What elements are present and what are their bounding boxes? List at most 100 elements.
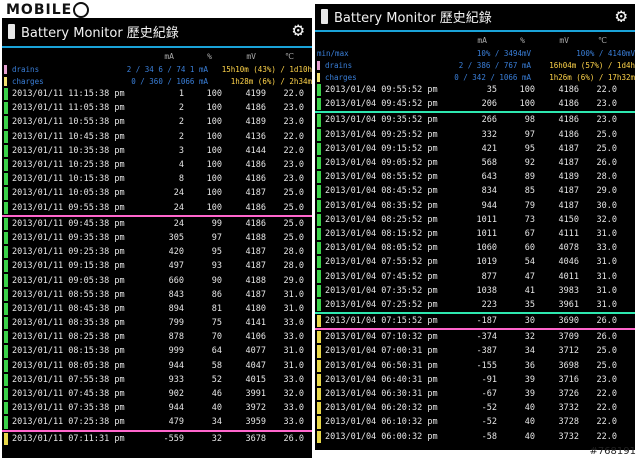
charge-status-bar [4, 432, 8, 445]
current-ma: -387 [476, 346, 497, 357]
history-row[interactable]: 2013/01/11 10:25:38 pm 4 100 4186 23.0 [2, 158, 312, 172]
temperature: 22.0 [596, 431, 617, 442]
history-row[interactable]: 2013/01/04 07:15:52 pm -187 30 3690 26.0 [315, 314, 635, 328]
current-ma: 3 [178, 145, 184, 156]
charge-status-bar [317, 416, 321, 429]
percent: 35 [524, 299, 535, 310]
current-ma: 206 [481, 99, 497, 110]
history-row[interactable]: 2013/01/04 08:55:52 pm 643 89 4189 28.0 [315, 170, 635, 184]
history-row[interactable]: 2013/01/11 10:35:38 pm 3 100 4144 22.0 [2, 144, 312, 158]
history-row[interactable]: 2013/01/04 06:20:32 pm -52 40 3732 22.0 [315, 401, 635, 415]
left-drains-row: drains 2 / 34 6 / 74 1 mA 15h10m (43%) /… [2, 63, 312, 75]
timestamp: 2013/01/11 07:45:38 pm [12, 389, 125, 400]
history-row[interactable]: 2013/01/04 06:00:32 pm -58 40 3732 22.0 [315, 430, 635, 444]
voltage-mv: 4186 [245, 160, 266, 171]
current-ma: 421 [481, 143, 497, 154]
history-row[interactable]: 2013/01/11 09:55:38 pm 24 100 4186 25.0 [2, 201, 312, 215]
timestamp: 2013/01/11 11:05:38 pm [12, 103, 125, 114]
history-row[interactable]: 2013/01/11 09:15:38 pm 497 93 4187 28.0 [2, 259, 312, 273]
history-row[interactable]: 2013/01/04 09:25:52 pm 332 97 4186 25.0 [315, 128, 635, 142]
current-ma: -155 [476, 360, 497, 371]
history-row[interactable]: 2013/01/04 07:45:52 pm 877 47 4011 31.0 [315, 269, 635, 283]
temperature: 25.0 [283, 188, 304, 199]
history-row[interactable]: 2013/01/11 08:35:38 pm 799 75 4141 33.0 [2, 316, 312, 330]
history-row[interactable]: 2013/01/04 07:55:52 pm 1019 54 4046 31.0 [315, 255, 635, 269]
history-row[interactable]: 2013/01/11 07:11:31 pm -559 32 3678 26.0 [2, 432, 312, 446]
history-row[interactable]: 2013/01/04 08:05:52 pm 1060 60 4078 33.0 [315, 241, 635, 255]
history-row[interactable]: 2013/01/11 11:05:38 pm 2 100 4186 23.0 [2, 101, 312, 115]
percent: 47 [524, 271, 535, 282]
percent: 79 [524, 200, 535, 211]
drain-status-bar [4, 302, 8, 315]
history-row[interactable]: 2013/01/04 09:35:52 pm 266 98 4186 23.0 [315, 113, 635, 127]
timestamp: 2013/01/11 10:35:38 pm [12, 145, 125, 156]
gear-icon[interactable]: ⚙ [293, 20, 304, 40]
history-row[interactable]: 2013/01/04 08:45:52 pm 834 85 4187 29.0 [315, 184, 635, 198]
history-row[interactable]: 2013/01/11 09:25:38 pm 420 95 4187 28.0 [2, 245, 312, 259]
timestamp: 2013/01/04 09:25:52 pm [325, 129, 438, 140]
col-ma: mA [164, 51, 174, 61]
voltage-mv: 3709 [558, 332, 579, 343]
history-row[interactable]: 2013/01/11 11:15:38 pm 1 100 4199 22.0 [2, 87, 312, 101]
history-row[interactable]: 2013/01/11 10:05:38 pm 24 100 4187 25.0 [2, 186, 312, 200]
history-row[interactable]: 2013/01/04 07:10:32 pm -374 32 3709 26.0 [315, 330, 635, 344]
history-row[interactable]: 2013/01/11 08:15:38 pm 999 64 4077 31.0 [2, 344, 312, 358]
history-row[interactable]: 2013/01/04 08:15:52 pm 1011 67 4111 31.0 [315, 227, 635, 241]
timestamp: 2013/01/11 10:55:38 pm [12, 117, 125, 128]
drain-status-bar [317, 256, 321, 269]
drain-status-bar [4, 416, 8, 429]
history-row[interactable]: 2013/01/04 09:55:52 pm 35 100 4186 22.0 [315, 83, 635, 97]
temperature: 26.0 [596, 316, 617, 327]
col-mv: mV [246, 51, 256, 61]
voltage-mv: 3983 [558, 285, 579, 296]
voltage-mv: 3726 [558, 389, 579, 400]
gear-icon[interactable]: ⚙ [616, 6, 627, 26]
left-history-list[interactable]: 2013/01/11 11:15:38 pm 1 100 4199 22.0 2013/0… [2, 87, 312, 446]
history-row[interactable]: 2013/01/04 09:05:52 pm 568 92 4187 26.0 [315, 156, 635, 170]
current-ma: 944 [481, 200, 497, 211]
history-row[interactable]: 2013/01/11 09:45:38 pm 24 99 4186 25.0 [2, 217, 312, 231]
timestamp: 2013/01/04 08:35:52 pm [325, 200, 438, 211]
timestamp: 2013/01/11 08:35:38 pm [12, 318, 125, 329]
history-row[interactable]: 2013/01/04 09:15:52 pm 421 95 4187 25.0 [315, 142, 635, 156]
history-row[interactable]: 2013/01/11 10:15:38 pm 8 100 4186 23.0 [2, 172, 312, 186]
voltage-mv: 4150 [558, 214, 579, 225]
history-row[interactable]: 2013/01/04 06:10:32 pm -52 40 3728 22.0 [315, 415, 635, 429]
history-row[interactable]: 2013/01/11 07:35:38 pm 944 40 3972 33.0 [2, 401, 312, 415]
right-history-list[interactable]: 2013/01/04 09:55:52 pm 35 100 4186 22.0 2013/… [315, 83, 635, 444]
history-row[interactable]: 2013/01/04 06:30:31 pm -67 39 3726 22.0 [315, 387, 635, 401]
history-row[interactable]: 2013/01/11 10:45:38 pm 2 100 4136 22.0 [2, 130, 312, 144]
temperature: 30.0 [596, 200, 617, 211]
history-row[interactable]: 2013/01/11 07:55:38 pm 933 52 4015 33.0 [2, 373, 312, 387]
left-charges-row: charges 0 / 360 / 1066 mA 1h28m (6%) / 2… [2, 75, 312, 87]
drain-status-bar [4, 387, 8, 401]
voltage-mv: 4186 [245, 103, 266, 114]
history-row[interactable]: 2013/01/04 08:25:52 pm 1011 73 4150 32.0 [315, 213, 635, 227]
history-row[interactable]: 2013/01/11 08:25:38 pm 878 70 4106 33.0 [2, 330, 312, 344]
history-row[interactable]: 2013/01/11 07:45:38 pm 902 46 3991 32.0 [2, 387, 312, 401]
drain-status-bar [317, 128, 321, 141]
drains-values: 2 / 34 6 / 74 1 mA [126, 64, 208, 74]
history-row[interactable]: 2013/01/11 09:05:38 pm 660 90 4188 29.0 [2, 273, 312, 287]
temperature: 31.0 [283, 346, 304, 357]
history-row[interactable]: 2013/01/04 06:40:31 pm -91 39 3716 23.0 [315, 373, 635, 387]
current-ma: 8 [178, 174, 184, 185]
history-row[interactable]: 2013/01/11 08:55:38 pm 843 86 4187 31.0 [2, 288, 312, 302]
history-row[interactable]: 2013/01/04 06:50:31 pm -155 36 3698 25.0 [315, 359, 635, 373]
current-ma: -91 [481, 374, 497, 385]
history-row[interactable]: 2013/01/04 09:45:52 pm 206 100 4186 23.0 [315, 97, 635, 111]
history-row[interactable]: 2013/01/04 08:35:52 pm 944 79 4187 30.0 [315, 199, 635, 213]
history-row[interactable]: 2013/01/04 07:25:52 pm 223 35 3961 31.0 [315, 298, 635, 312]
voltage-mv: 3972 [245, 403, 266, 414]
timestamp: 2013/01/04 07:00:31 pm [325, 346, 438, 357]
history-row[interactable]: 2013/01/04 07:35:52 pm 1038 41 3983 31.0 [315, 284, 635, 298]
history-row[interactable]: 2013/01/11 08:45:38 pm 894 81 4180 31.0 [2, 302, 312, 316]
timestamp: 2013/01/11 10:15:38 pm [12, 174, 125, 185]
history-row[interactable]: 2013/01/04 07:00:31 pm -387 34 3712 25.0 [315, 344, 635, 358]
history-row[interactable]: 2013/01/11 07:25:38 pm 479 34 3959 33.0 [2, 415, 312, 429]
history-row[interactable]: 2013/01/11 09:35:38 pm 305 97 4188 25.0 [2, 231, 312, 245]
history-row[interactable]: 2013/01/11 10:55:38 pm 2 100 4189 23.0 [2, 115, 312, 129]
charge-status-bar [317, 359, 321, 372]
history-row[interactable]: 2013/01/11 08:05:38 pm 944 58 4047 31.0 [2, 359, 312, 373]
percent: 36 [524, 360, 535, 371]
